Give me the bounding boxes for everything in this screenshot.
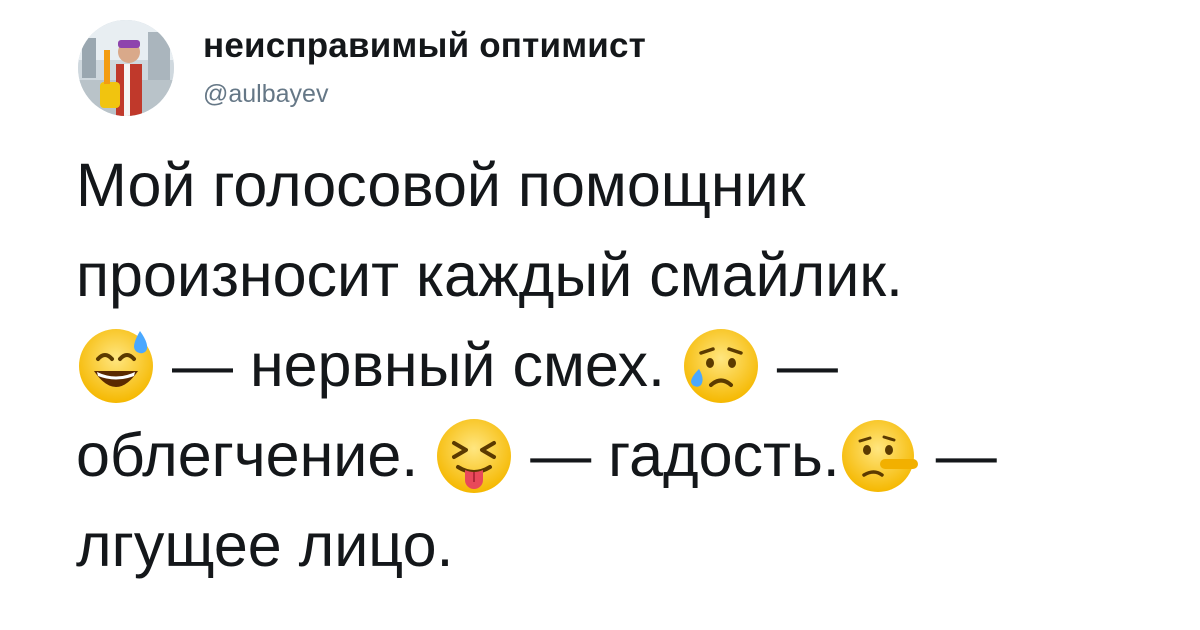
lying-face-icon xyxy=(840,415,920,495)
text-segment: облегчение. xyxy=(76,421,419,489)
tweet-text: Мой голосовой помощник произносит каждый… xyxy=(76,140,1186,590)
text-line-4: облегчение. — гадость. — xyxy=(76,410,1186,500)
avatar[interactable] xyxy=(78,20,174,116)
squinting-face-with-tongue-icon xyxy=(434,415,514,495)
tweet-card: неисправимый оптимист @aulbayev Мой голо… xyxy=(0,0,1200,630)
sad-but-relieved-face-icon xyxy=(681,325,761,405)
text-segment: лгущее лицо. xyxy=(76,511,454,579)
text-segment: — нервный смех. xyxy=(172,331,665,399)
text-line-2: произносит каждый смайлик. xyxy=(76,230,1186,320)
text-segment: произносит каждый смайлик. xyxy=(76,241,903,309)
text-segment: Мой голосовой помощник xyxy=(76,151,806,219)
text-segment: — xyxy=(935,421,997,489)
text-segment: — xyxy=(776,331,838,399)
text-line-1: Мой голосовой помощник xyxy=(76,140,1186,230)
author-handle[interactable]: @aulbayev xyxy=(203,80,328,109)
text-line-5: лгущее лицо. xyxy=(76,500,1186,590)
author-display-name[interactable]: неисправимый оптимист xyxy=(203,26,646,66)
grinning-face-with-sweat-icon xyxy=(76,325,156,405)
text-line-3: — нервный смех. — xyxy=(76,320,1186,410)
text-segment: — гадость. xyxy=(530,421,840,489)
